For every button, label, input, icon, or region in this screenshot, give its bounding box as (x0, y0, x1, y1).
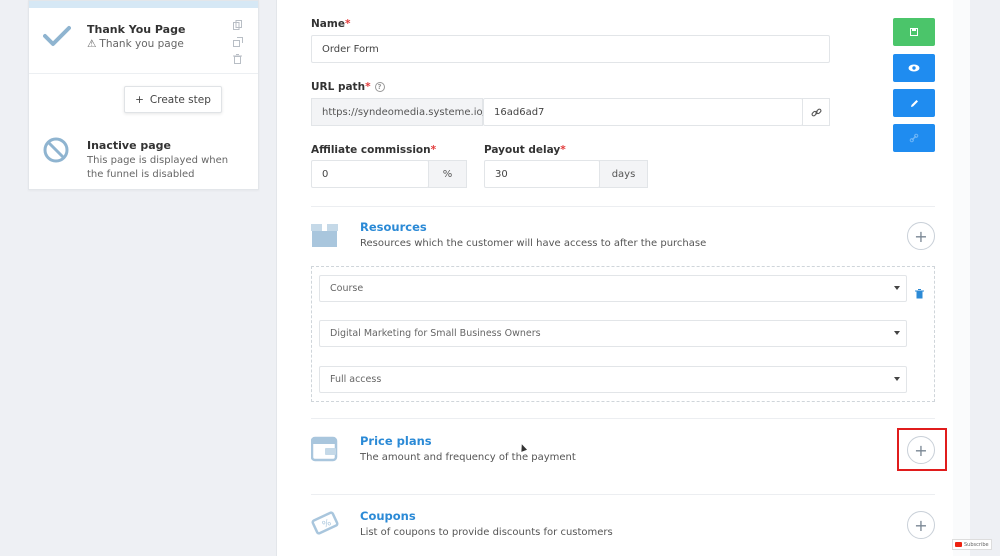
duplicate-icon[interactable] (233, 37, 243, 51)
coupons-title: Coupons (360, 509, 416, 523)
create-step-button[interactable]: + Create step (124, 86, 222, 113)
warning-icon: ⚠ (87, 38, 97, 50)
url-slug-input[interactable]: 16ad6ad7 (483, 98, 803, 126)
divider (311, 494, 935, 495)
add-resource-button[interactable]: + (907, 222, 935, 250)
add-coupon-button[interactable]: + (907, 511, 935, 539)
plus-icon: + (135, 93, 144, 106)
required-mark: * (365, 81, 371, 93)
url-domain-prefix: https://syndeomedia.systeme.io/ (311, 98, 486, 126)
ban-icon (42, 136, 70, 168)
required-mark: * (344, 18, 351, 30)
panel-edge (953, 0, 970, 556)
price-plans-description: The amount and frequency of the payment (360, 452, 576, 463)
affiliate-commission-input[interactable]: 0 (311, 160, 429, 188)
subscribe-badge[interactable]: Subscribe (952, 539, 992, 550)
box-icon (311, 222, 338, 252)
caret-down-icon (894, 286, 900, 290)
caret-down-icon (894, 377, 900, 381)
wallet-icon (310, 434, 338, 466)
copy-icon[interactable] (233, 20, 243, 34)
access-level-select[interactable]: Full access (319, 366, 907, 393)
save-button[interactable] (893, 18, 935, 46)
days-addon: days (599, 160, 648, 188)
checkmark-icon (43, 25, 71, 51)
step-tools (233, 20, 243, 68)
percent-addon: % (428, 160, 467, 188)
select-value: Full access (330, 374, 382, 385)
plus-icon: + (914, 515, 928, 535)
save-icon (910, 28, 918, 36)
select-value: Course (330, 283, 364, 294)
resources-description: Resources which the customer will have a… (360, 238, 707, 249)
copy-link-button[interactable] (893, 124, 935, 152)
resources-title: Resources (360, 220, 427, 234)
subscribe-label: Subscribe (964, 541, 989, 548)
inactive-page-title: Inactive page (87, 139, 171, 152)
coupon-icon: % (311, 509, 339, 541)
step-thank-you-page[interactable]: Thank You Page ⚠ Thank you page (29, 8, 258, 74)
create-step-label: Create step (149, 93, 211, 106)
payout-delay-label: Payout delay* (484, 144, 566, 156)
trash-icon[interactable] (915, 284, 924, 303)
required-mark: * (560, 144, 566, 156)
affiliate-commission-label: Affiliate commission* (311, 144, 436, 156)
url-path-label-text: URL path (311, 81, 366, 93)
course-select[interactable]: Digital Marketing for Small Business Own… (319, 320, 907, 347)
coupons-description: List of coupons to provide discounts for… (360, 527, 613, 538)
highlight-box (897, 428, 947, 471)
pencil-icon (910, 99, 918, 107)
payout-label-text: Payout delay (484, 144, 561, 156)
preview-button[interactable] (893, 54, 935, 82)
link-icon (909, 133, 919, 143)
select-value: Digital Marketing for Small Business Own… (330, 328, 541, 339)
name-label: Name* (311, 18, 350, 30)
payout-delay-input[interactable]: 30 (484, 160, 600, 188)
eye-icon (908, 64, 920, 72)
caret-down-icon (894, 331, 900, 335)
delete-icon[interactable] (233, 54, 243, 68)
affiliate-label-text: Affiliate commission (311, 144, 431, 156)
divider (311, 418, 935, 419)
help-icon[interactable]: ? (374, 82, 385, 92)
name-label-text: Name (311, 18, 345, 30)
step-subtitle: ⚠ Thank you page (87, 38, 184, 50)
url-path-label: URL path*? (311, 81, 385, 93)
link-icon[interactable] (802, 98, 830, 126)
inactive-page-item[interactable]: Inactive page This page is displayed whe… (29, 126, 258, 186)
name-input[interactable]: Order Form (311, 35, 830, 63)
required-mark: * (430, 144, 437, 156)
step-title: Thank You Page (87, 23, 186, 36)
plus-icon: + (914, 226, 928, 246)
active-step-bar (29, 1, 258, 8)
inactive-page-description: This page is displayed when the funnel i… (87, 155, 229, 180)
step-subtitle-text: Thank you page (99, 38, 184, 50)
resource-type-select[interactable]: Course (319, 275, 907, 302)
funnel-steps-sidebar: Thank You Page ⚠ Thank you page + Create … (28, 0, 259, 190)
edit-button[interactable] (893, 89, 935, 117)
youtube-icon (955, 542, 962, 547)
price-plans-title: Price plans (360, 434, 432, 448)
divider (311, 206, 935, 207)
